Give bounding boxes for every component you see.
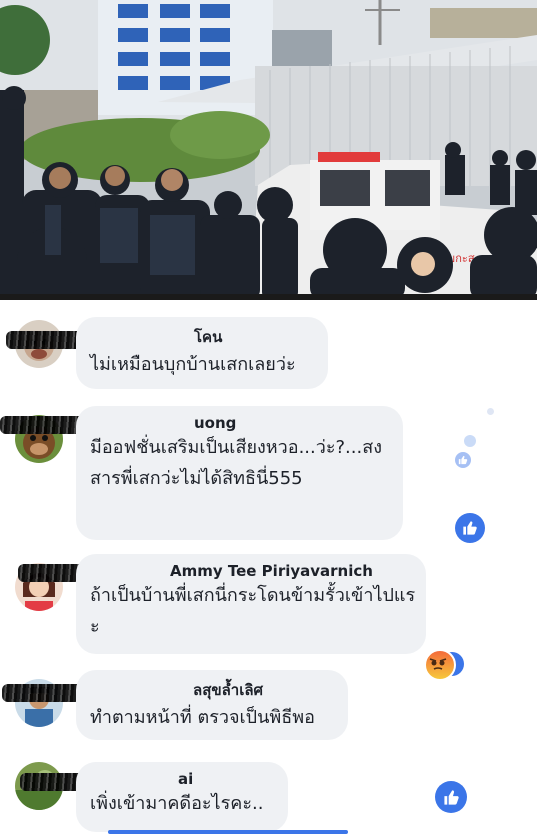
like-icon [464, 435, 476, 447]
commenter-name[interactable]: Ammy Tee Piriyavarnich [90, 562, 412, 580]
like-icon[interactable] [455, 513, 485, 543]
comment-bubble[interactable]: uong มีออฟชั่นเสริมเป็นเสียงหวอ...ว่ะ?..… [76, 406, 403, 540]
comment-text: ถ้าเป็นบ้านพี่เสกนี่กระโดนข้ามรั้วเข้าไป… [90, 585, 416, 637]
like-icon [455, 452, 471, 468]
comment-bubble[interactable]: โคน ไม่เหมือนบุกบ้านเสกเลยว่ะ [76, 317, 328, 389]
news-photo[interactable]: มกะส [0, 0, 537, 300]
commenter-name[interactable]: uong [90, 414, 389, 432]
comment-text: ทำตามหน้าที่ ตรวจเป็นพิธีพอ [90, 707, 315, 728]
like-icon[interactable] [435, 781, 467, 813]
angry-icon[interactable] [424, 649, 456, 681]
news-photo-illustration: มกะส [0, 0, 537, 300]
comment-text: เพิ่งเข้ามาคดีอะไรคะ.. [90, 793, 264, 814]
comment-text: มีออฟชั่นเสริมเป็นเสียงหวอ...ว่ะ?...สงสา… [90, 437, 382, 489]
commenter-name[interactable]: ai [90, 770, 274, 788]
commenter-name[interactable]: ลสุขล้ำเลิศ [90, 678, 334, 702]
comment-list: โคน ไม่เหมือนบุกบ้านเสกเลยว่ะ uong มีออฟ… [0, 300, 537, 833]
comment-bubble[interactable]: ai เพิ่งเข้ามาคดีอะไรคะ.. [76, 762, 288, 832]
commenter-name[interactable]: โคน [90, 325, 314, 349]
comment-text: ไม่เหมือนบุกบ้านเสกเลยว่ะ [90, 354, 296, 375]
comment-bubble[interactable]: ลสุขล้ำเลิศ ทำตามหน้าที่ ตรวจเป็นพิธีพอ [76, 670, 348, 740]
comment-bubble[interactable]: Ammy Tee Piriyavarnich ถ้าเป็นบ้านพี่เสก… [76, 554, 426, 654]
dot-icon [487, 408, 494, 415]
reply-bar[interactable] [108, 830, 348, 834]
